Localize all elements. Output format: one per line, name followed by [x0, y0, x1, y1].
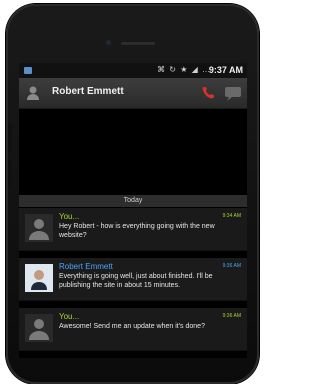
message-item[interactable]: You... 9:36 AM Awesome! Send me an updat…	[19, 308, 247, 351]
status-icons: ⌘ ↻ ★ ◢ …	[157, 65, 211, 74]
message-sender: You...	[59, 312, 80, 321]
screen: ⌘ ↻ ★ ◢ … 9:37 AM Robert Emmett Today Yo…	[19, 63, 247, 358]
volume-button	[8, 159, 12, 187]
front-camera	[106, 40, 111, 45]
default-avatar-icon	[25, 314, 53, 342]
message-time: 9:34 AM	[222, 213, 241, 219]
date-separator: Today	[19, 195, 247, 207]
message-text: Everything is going well, just about fin…	[59, 273, 213, 289]
message-sender: You...	[59, 212, 80, 221]
message-item[interactable]: Robert Emmett 9:36 AM Everything is goin…	[19, 258, 247, 301]
call-icon[interactable]	[201, 84, 219, 102]
volume-button	[8, 124, 12, 152]
status-bar: ⌘ ↻ ★ ◢ … 9:37 AM	[19, 63, 247, 78]
default-avatar-icon	[25, 214, 53, 242]
message-text: Hey Robert - how is everything going wit…	[59, 223, 215, 239]
message-text: Awesome! Send me an update when it's don…	[59, 323, 205, 330]
chat-icon[interactable]	[223, 84, 243, 102]
speaker-grille	[121, 42, 155, 45]
message-item[interactable]: You... 9:34 AM Hey Robert - how is every…	[19, 208, 247, 251]
photo-avatar-icon	[25, 264, 53, 292]
status-time: 9:37 AM	[208, 65, 243, 75]
conversation-title: Robert Emmett	[52, 86, 124, 97]
contact-icon[interactable]	[25, 85, 41, 101]
message-time: 9:36 AM	[222, 263, 241, 269]
notification-icon	[24, 67, 32, 74]
message-sender: Robert Emmett	[59, 262, 113, 271]
app-bar: Robert Emmett	[19, 78, 247, 109]
message-time: 9:36 AM	[222, 313, 241, 319]
